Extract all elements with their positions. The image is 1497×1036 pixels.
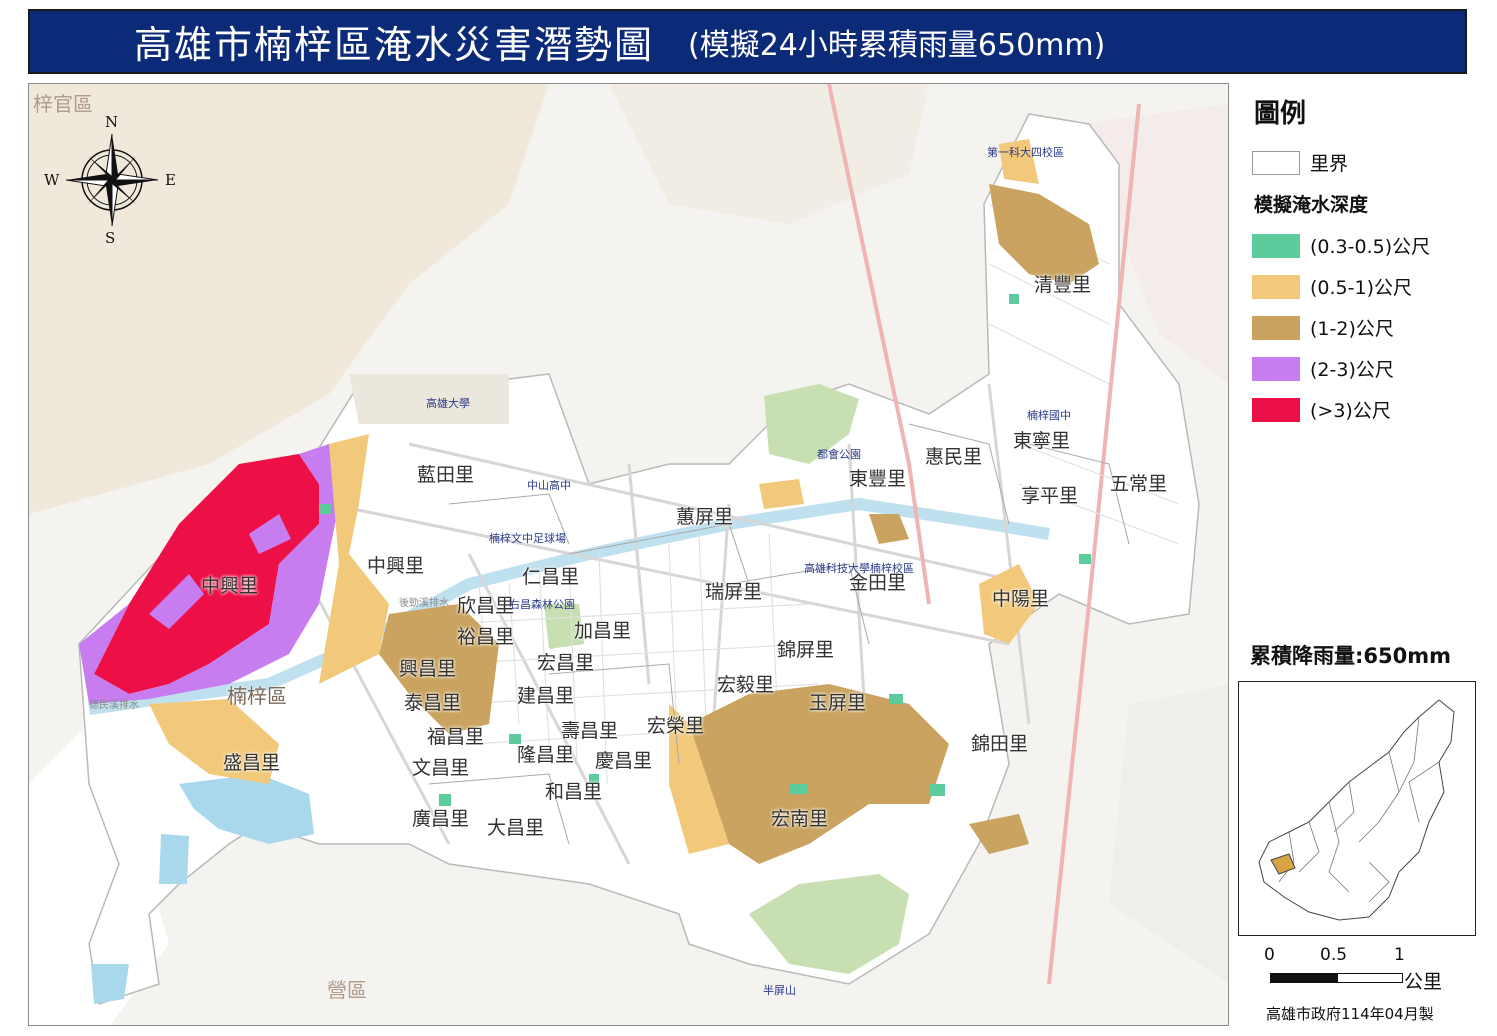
village-label-wenchang: 文昌里	[412, 757, 470, 779]
landmark-nuk: 高雄大學	[426, 397, 470, 410]
inset-locator-map	[1238, 681, 1476, 936]
compass-west-label: W	[44, 171, 60, 189]
village-label-guangchang: 廣昌里	[412, 808, 470, 830]
village-label-renchang: 仁昌里	[522, 566, 580, 588]
village-label-hongnan: 宏南里	[771, 808, 829, 830]
legend-label-boundary: 里界	[1310, 153, 1349, 175]
village-label-zhongyang: 中陽里	[992, 588, 1050, 610]
legend-depth-heading: 模擬淹水深度	[1254, 194, 1369, 216]
scale-unit-label: 公里	[1404, 971, 1443, 993]
village-label-jianchang: 建昌里	[517, 685, 575, 707]
village-label-jiachang: 加昌里	[574, 620, 632, 642]
compass-icon	[65, 133, 159, 227]
legend-item-depth-4: (2-3)公尺	[1252, 355, 1394, 382]
scale-bar: 0 0.5 1 公里	[1262, 945, 1462, 995]
district-label-nanzi: 楠梓區	[227, 684, 287, 708]
legend-item-depth-3: (1-2)公尺	[1252, 314, 1394, 341]
village-label-jintian-b: 錦田里	[971, 733, 1029, 755]
legend-title: 圖例	[1254, 99, 1307, 129]
landmark-zhongshan-hs: 中山高中	[527, 479, 571, 492]
legend-label-depth-2: (0.5-1)公尺	[1310, 277, 1412, 299]
village-label-ruiping: 瑞屏里	[705, 581, 763, 603]
legend-swatch-depth-3	[1252, 315, 1300, 340]
legend-label-depth-3: (1-2)公尺	[1310, 318, 1394, 340]
village-label-qingchang: 慶昌里	[595, 750, 653, 772]
landmark-youchang-park: 右昌森林公園	[509, 598, 575, 611]
legend-item-depth-2: (0.5-1)公尺	[1252, 273, 1412, 300]
map-title: 高雄市楠梓區淹水災害潛勢圖	[134, 23, 655, 67]
village-label-shengchang: 盛昌里	[223, 752, 281, 774]
legend-swatch-depth-5	[1252, 397, 1300, 422]
village-label-hongrong: 宏榮里	[647, 715, 705, 737]
landmark-nkust: 高雄科技大學楠梓校區	[804, 562, 914, 575]
compass-south-label: S	[105, 229, 116, 247]
village-label-qingfeng: 清豐里	[1034, 274, 1092, 296]
village-label-huiping: 蕙屏里	[676, 506, 734, 528]
village-label-xiangping: 享平里	[1021, 485, 1079, 507]
village-label-taichang: 泰昌里	[404, 692, 462, 714]
map-subtitle: (模擬24小時累積雨量650mm)	[688, 27, 1106, 63]
village-label-lantian: 藍田里	[417, 464, 475, 486]
scale-label-one: 1	[1394, 945, 1405, 965]
title-banner: 高雄市楠梓區淹水災害潛勢圖 (模擬24小時累積雨量650mm)	[28, 9, 1467, 74]
village-label-wuchang: 五常里	[1110, 473, 1168, 495]
village-label-huimin: 惠民里	[925, 446, 983, 468]
village-label-dachang: 大昌里	[487, 817, 545, 839]
village-label-fuchang: 福昌里	[427, 726, 485, 748]
village-label-zhongxing-a: 中興里	[367, 555, 425, 577]
village-label-hongyi: 宏毅里	[717, 674, 775, 696]
landmark-canal-b: 德民溪排水	[89, 700, 139, 711]
village-label-zhongxing-b: 中興里	[201, 575, 259, 597]
scale-segment-white	[1337, 973, 1403, 983]
landmark-nanzi-jhs: 楠梓國中	[1027, 409, 1071, 422]
map-canvas[interactable]: 梓官區 楠梓區 營區 藍田里 中興里 中興里 欣昌里 裕昌里 興昌里 泰昌里 福…	[28, 83, 1229, 1026]
legend-swatch-depth-1	[1252, 233, 1300, 258]
legend-label-depth-1: (0.3-0.5)公尺	[1310, 236, 1431, 258]
map-graphic	[29, 84, 1228, 1025]
scale-label-zero: 0	[1264, 945, 1275, 965]
village-label-dongfeng: 東豐里	[849, 468, 907, 490]
legend-swatch-depth-2	[1252, 274, 1300, 299]
legend-swatch-depth-4	[1252, 356, 1300, 381]
village-label-xingchang: 興昌里	[399, 658, 457, 680]
village-label-xinchang: 欣昌里	[457, 595, 515, 617]
village-label-dongning: 東寧里	[1013, 430, 1071, 452]
village-label-hongchang: 宏昌里	[537, 652, 595, 674]
map-credit: 高雄市政府114年04月製	[1266, 1005, 1434, 1023]
village-label-longchang: 隆昌里	[517, 744, 575, 766]
compass-north-label: N	[105, 113, 119, 131]
landmark-canal: 後勁溪排水	[399, 598, 449, 609]
compass-east-label: E	[165, 171, 176, 189]
district-label-zuoying: 營區	[327, 978, 367, 1002]
village-label-hechang: 和昌里	[545, 781, 603, 803]
landmark-metro-park: 都會公園	[817, 448, 861, 461]
legend-swatch-boundary	[1252, 150, 1300, 175]
legend-item-depth-1: (0.3-0.5)公尺	[1252, 232, 1430, 259]
kaohsiung-outline-icon	[1258, 699, 1455, 921]
landmark-banpingshan: 半屏山	[763, 984, 796, 997]
landmark-first-tech: 第一科大四校區	[987, 146, 1064, 159]
village-label-shouchang: 壽昌里	[561, 720, 619, 742]
village-label-yuping: 玉屏里	[809, 692, 867, 714]
legend-label-depth-5: (>3)公尺	[1310, 400, 1391, 422]
legend-item-depth-5: (>3)公尺	[1252, 396, 1391, 423]
scale-segment-black	[1270, 973, 1337, 983]
scale-label-half: 0.5	[1320, 945, 1348, 965]
landmark-sports-field: 楠梓文中足球場	[489, 532, 566, 545]
village-label-yuchang: 裕昌里	[457, 626, 515, 648]
village-label-jinping: 錦屏里	[777, 639, 835, 661]
compass-rose: N S W E	[44, 113, 184, 248]
legend-label-depth-4: (2-3)公尺	[1310, 359, 1394, 381]
legend-item-boundary: 里界	[1252, 149, 1348, 176]
rainfall-label: 累積降雨量:650mm	[1250, 644, 1451, 668]
